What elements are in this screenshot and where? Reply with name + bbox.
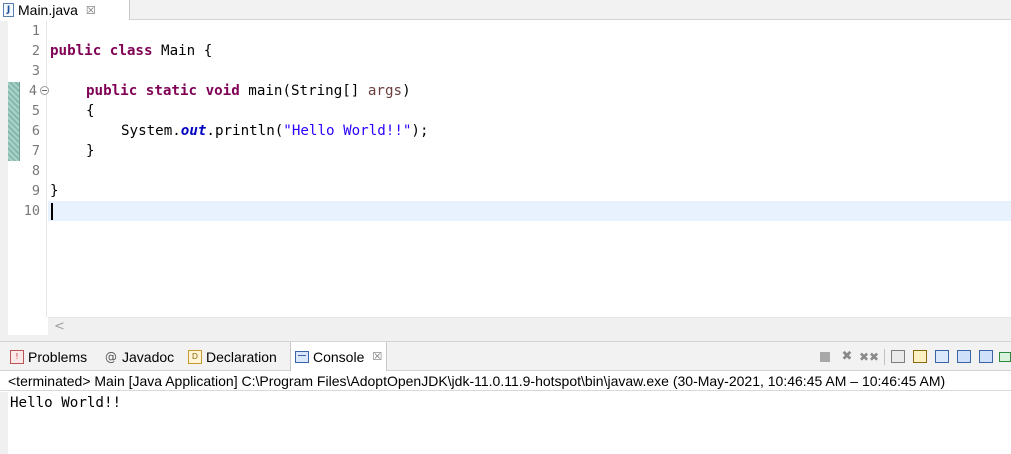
display-selected-console-button[interactable] <box>955 348 973 366</box>
line-number: 5 <box>31 103 40 119</box>
tab-console[interactable]: Console ☒ <box>290 342 388 371</box>
pin-console-button[interactable] <box>933 348 951 366</box>
java-file-icon: J <box>3 3 14 17</box>
toolbar-separator <box>884 348 885 365</box>
line-number: 9 <box>31 183 40 199</box>
code-line-2: public class Main { <box>50 43 213 59</box>
tab-declaration[interactable]: D Declaration <box>184 342 281 371</box>
line-number: 7 <box>31 143 40 159</box>
line-number: 1 <box>31 23 40 39</box>
line-number: 8 <box>31 163 40 179</box>
remove-launch-button[interactable]: ✖ <box>838 348 856 366</box>
line-number: 4 <box>28 83 37 99</box>
console-header-text: <terminated> Main [Java Application] C:\… <box>8 372 946 389</box>
pin-console-icon <box>935 350 949 363</box>
view-tab-bar: ! Problems @ Javadoc D Declaration Conso… <box>0 341 1011 371</box>
problems-icon: ! <box>10 349 24 364</box>
line-number: 3 <box>31 63 40 79</box>
tab-label: Console <box>313 348 365 365</box>
terminate-button[interactable] <box>816 348 834 366</box>
remove-all-terminated-button[interactable]: ✖✖ <box>859 348 879 366</box>
code-editor[interactable]: 1 2 3 4 5 6 7 8 9 10 public class Main {… <box>0 21 1011 335</box>
code-line-4: public static void main(String[] args) <box>86 83 411 99</box>
tab-problems[interactable]: ! Problems <box>6 342 91 371</box>
console-toolbar: ✖ ✖✖ <box>812 342 1011 371</box>
quick-diff-change-marker <box>8 82 20 161</box>
open-console-icon <box>979 350 993 363</box>
declaration-icon: D <box>188 349 202 364</box>
close-icon[interactable]: ☒ <box>86 4 96 17</box>
line-number-ruler: 1 2 3 4 5 6 7 8 9 10 <box>20 21 49 317</box>
current-line-highlight <box>48 201 1011 221</box>
editor-tab-main-java[interactable]: J Main.java ☒ <box>0 0 130 20</box>
scroll-lock-icon <box>913 350 927 363</box>
text-cursor <box>51 203 53 220</box>
javadoc-icon: @ <box>105 349 117 364</box>
editor-left-frame <box>0 21 8 335</box>
terminate-icon <box>820 351 830 362</box>
display-console-icon <box>957 350 971 363</box>
scroll-left-arrow-icon[interactable]: < <box>54 319 65 334</box>
code-line-6: System.out.println("Hello World!!"); <box>121 123 429 139</box>
horizontal-scrollbar[interactable]: < <box>48 317 1011 335</box>
open-console-button[interactable] <box>977 348 995 366</box>
new-console-icon <box>999 351 1011 362</box>
line-number: 6 <box>31 123 40 139</box>
new-console-button[interactable] <box>999 348 1011 366</box>
line-number: 2 <box>31 43 40 59</box>
editor-tab-bar: J Main.java ☒ <box>0 0 1011 20</box>
editor-tab-label: Main.java <box>18 2 78 18</box>
tab-label: Declaration <box>206 348 277 365</box>
line-number: 10 <box>23 203 40 219</box>
code-line-7: } <box>86 143 95 159</box>
close-icon[interactable]: ☒ <box>372 350 382 363</box>
console-process-label: <terminated> Main [Java Application] C:\… <box>0 371 1011 391</box>
clear-console-button[interactable] <box>889 348 907 366</box>
code-line-9: } <box>50 183 59 199</box>
tab-javadoc[interactable]: @ Javadoc <box>100 342 178 371</box>
console-icon <box>295 350 309 363</box>
clear-console-icon <box>891 350 905 363</box>
scroll-lock-button[interactable] <box>911 348 929 366</box>
console-output-area[interactable]: Hello World!! <box>0 392 1011 454</box>
tab-label: Problems <box>28 348 88 365</box>
tab-label: Javadoc <box>122 348 175 365</box>
collapse-fold-icon[interactable] <box>40 86 49 95</box>
console-output-line: Hello World!! <box>10 395 122 411</box>
code-line-5: { <box>86 103 95 119</box>
